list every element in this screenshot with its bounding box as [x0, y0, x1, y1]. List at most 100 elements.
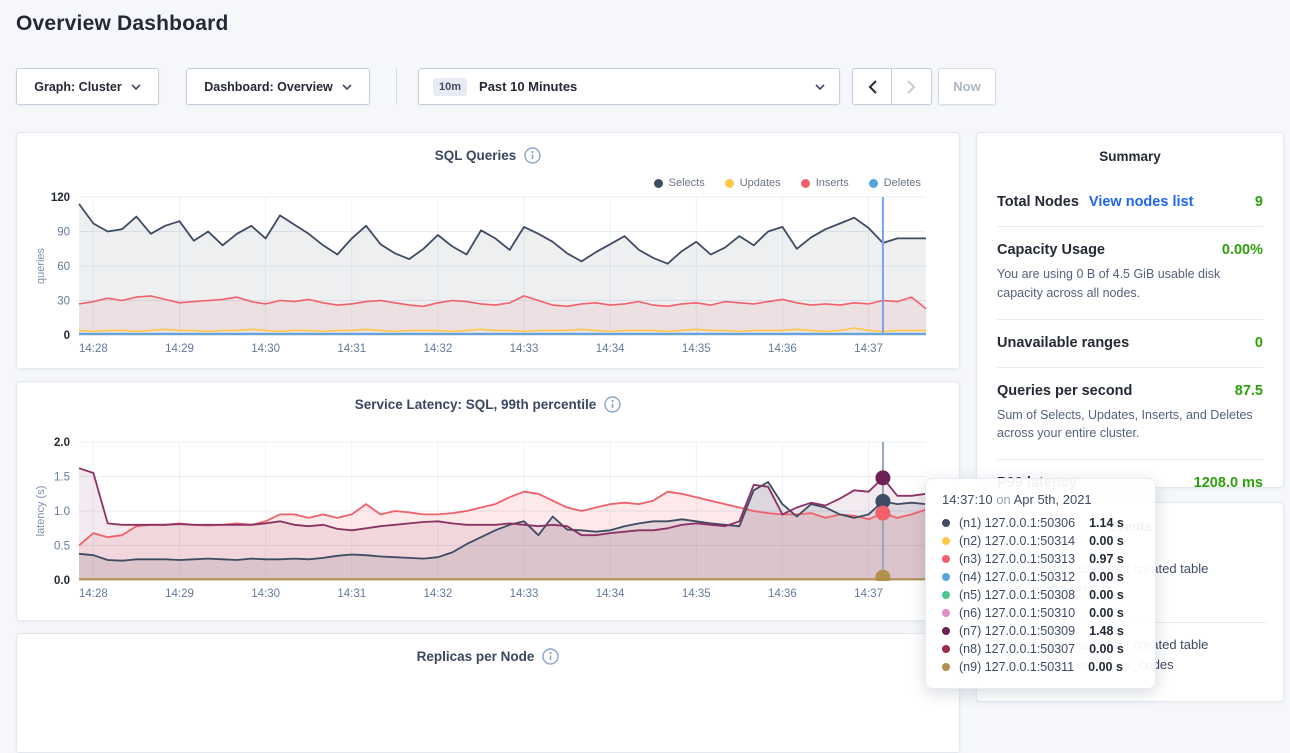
tooltip-node-value: 1.14 s — [1089, 516, 1124, 530]
svg-text:2.0: 2.0 — [54, 437, 70, 449]
tooltip-node-label: (n4) 127.0.0.1:50312 — [959, 570, 1075, 584]
view-nodes-list-link[interactable]: View nodes list — [1089, 194, 1194, 210]
tooltip-node-label: (n6) 127.0.0.1:50310 — [959, 606, 1075, 620]
tooltip-rows: (n1) 127.0.0.1:503061.14 s (n2) 127.0.0.1… — [942, 514, 1139, 676]
svg-text:14:31: 14:31 — [337, 588, 366, 600]
now-button[interactable]: Now — [938, 68, 996, 105]
svg-text:0: 0 — [64, 330, 70, 342]
series-dot-icon — [942, 645, 950, 653]
latency-panel: Service Latency: SQL, 99th percentile la… — [16, 381, 960, 621]
series-dot-icon — [942, 519, 950, 527]
graph-dropdown-label: Graph: Cluster — [34, 80, 122, 94]
dashboard-dropdown[interactable]: Dashboard: Overview — [186, 68, 370, 105]
tooltip-node-value: 0.00 s — [1089, 642, 1124, 656]
page-title: Overview Dashboard — [16, 12, 229, 36]
summary-label: Capacity Usage — [997, 242, 1105, 258]
svg-text:14:30: 14:30 — [251, 343, 280, 355]
tooltip-row: (n3) 127.0.0.1:50313 0.97 s — [942, 550, 1139, 568]
tooltip-on-word: on — [996, 492, 1010, 507]
svg-text:120: 120 — [51, 192, 70, 204]
sql-chart[interactable]: 030609012014:2814:2914:3014:3114:3214:33… — [17, 133, 959, 368]
svg-text:14:36: 14:36 — [768, 343, 797, 355]
svg-text:14:33: 14:33 — [510, 588, 539, 600]
series-dot-icon — [942, 537, 950, 545]
summary-row-queries-per-second: Queries per second 87.5 Sum of Selects, … — [997, 368, 1263, 461]
svg-text:0.5: 0.5 — [54, 541, 70, 553]
replicas-panel: Replicas per Node — [16, 633, 960, 753]
latency-chart[interactable]: 0.0 0.5 1.0 1.5 2.0 14:28 14:29 14:30 14:31 14:32… — [17, 382, 959, 620]
svg-text:14:33: 14:33 — [510, 343, 539, 355]
svg-text:0.0: 0.0 — [54, 575, 70, 587]
replicas-chart-title-row: Replicas per Node — [17, 648, 959, 665]
time-forward-button[interactable] — [892, 68, 932, 105]
tooltip-node-label: (n8) 127.0.0.1:50307 — [959, 642, 1075, 656]
series-dot-icon — [942, 555, 950, 563]
svg-text:14:30: 14:30 — [251, 588, 280, 600]
svg-text:14:29: 14:29 — [165, 588, 194, 600]
tooltip-row: (n4) 127.0.0.1:50312 0.00 s — [942, 568, 1139, 586]
toolbar-divider — [396, 68, 397, 105]
tooltip-node-label: (n2) 127.0.0.1:50314 — [959, 534, 1075, 548]
summary-value: 0.00% — [1222, 242, 1263, 258]
tooltip-node-value: 0.00 s — [1088, 660, 1123, 674]
summary-row-capacity-usage: Capacity Usage 0.00% You are using 0 B o… — [997, 227, 1263, 320]
svg-text:14:36: 14:36 — [768, 588, 797, 600]
tooltip-row: (n5) 127.0.0.1:503080.00 s — [942, 586, 1139, 604]
tooltip-time: 14:37:10 — [942, 492, 993, 507]
svg-text:14:32: 14:32 — [424, 343, 453, 355]
svg-text:14:28: 14:28 — [79, 588, 108, 600]
summary-panel: Summary Total Nodes View nodes list 9 Ca… — [976, 132, 1284, 488]
chevron-down-icon — [131, 84, 141, 90]
tooltip-row: (n9) 127.0.0.1:503110.00 s — [942, 658, 1139, 676]
graph-dropdown[interactable]: Graph: Cluster — [16, 68, 159, 105]
summary-value: 0 — [1255, 335, 1263, 351]
summary-value: 1208.0 ms — [1194, 475, 1263, 491]
svg-text:14:34: 14:34 — [596, 588, 625, 600]
series-dot-icon — [942, 609, 950, 617]
info-icon[interactable] — [542, 648, 559, 665]
summary-label: Total Nodes — [997, 194, 1079, 210]
svg-text:30: 30 — [57, 296, 70, 308]
tooltip-node-value: 0.00 s — [1089, 606, 1124, 620]
svg-text:1.5: 1.5 — [54, 472, 70, 484]
dashboard-dropdown-label: Dashboard: Overview — [204, 80, 333, 94]
tooltip-node-value: 1.48 s — [1089, 624, 1124, 638]
summary-value: 9 — [1255, 194, 1263, 210]
tooltip-node-label: (n7) 127.0.0.1:50309 — [959, 624, 1075, 638]
series-dot-icon — [942, 573, 950, 581]
svg-text:14:37: 14:37 — [854, 343, 883, 355]
summary-body: Total Nodes View nodes list 9 Capacity U… — [997, 179, 1263, 507]
time-range-badge: 10m — [433, 78, 467, 96]
summary-description: You are using 0 B of 4.5 GiB usable disk… — [997, 265, 1263, 303]
summary-value: 87.5 — [1235, 383, 1263, 399]
replicas-chart-title: Replicas per Node — [417, 649, 535, 664]
tooltip-row: (n6) 127.0.0.1:50310 0.00 s — [942, 604, 1139, 622]
svg-text:90: 90 — [57, 227, 70, 239]
svg-text:14:28: 14:28 — [79, 343, 108, 355]
tooltip-date: Apr 5th, 2021 — [1014, 492, 1092, 507]
svg-text:14:29: 14:29 — [165, 343, 194, 355]
series-dot-icon — [942, 663, 950, 671]
summary-label: Unavailable ranges — [997, 335, 1129, 351]
time-nav-group — [852, 68, 932, 105]
tooltip-node-value: 0.97 s — [1089, 552, 1124, 566]
chart-hover-tooltip: 14:37:10 on Apr 5th, 2021 (n1) 127.0.0.1… — [925, 478, 1156, 689]
svg-text:14:37: 14:37 — [854, 588, 883, 600]
tooltip-node-value: 0.00 s — [1089, 570, 1124, 584]
tooltip-row: (n8) 127.0.0.1:50307 0.00 s — [942, 640, 1139, 658]
time-range-selector[interactable]: 10m Past 10 Minutes — [418, 68, 840, 105]
summary-row-total-nodes: Total Nodes View nodes list 9 — [997, 179, 1263, 227]
svg-text:14:32: 14:32 — [424, 588, 453, 600]
time-back-button[interactable] — [852, 68, 892, 105]
svg-text:1.0: 1.0 — [54, 506, 70, 518]
svg-text:14:34: 14:34 — [596, 343, 625, 355]
summary-row-unavailable-ranges: Unavailable ranges 0 — [997, 320, 1263, 368]
chevron-left-icon — [868, 80, 877, 94]
tooltip-node-label: (n3) 127.0.0.1:50313 — [959, 552, 1075, 566]
summary-description: Sum of Selects, Updates, Inserts, and De… — [997, 406, 1263, 444]
tooltip-node-value: 0.00 s — [1089, 534, 1124, 548]
tooltip-row: (n1) 127.0.0.1:503061.14 s — [942, 514, 1139, 532]
chevron-down-icon — [815, 84, 825, 90]
svg-text:14:35: 14:35 — [682, 343, 711, 355]
series-dot-icon — [942, 591, 950, 599]
